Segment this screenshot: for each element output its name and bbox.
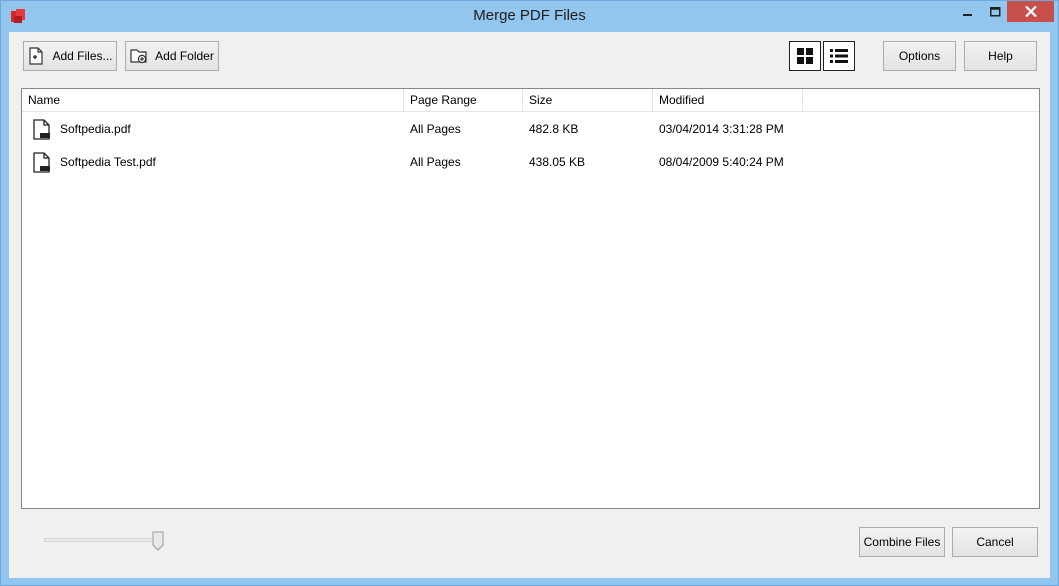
page-range[interactable]: All Pages bbox=[410, 113, 461, 146]
window-title: Merge PDF Files bbox=[473, 7, 586, 24]
list-view-button[interactable] bbox=[823, 41, 855, 71]
column-header-page-range[interactable]: Page Range bbox=[404, 89, 523, 112]
slider-track bbox=[44, 538, 159, 542]
modified-date: 03/04/2014 3:31:28 PM bbox=[659, 122, 784, 136]
file-list[interactable]: Name Page Range Size Modified Softpedia.… bbox=[21, 88, 1040, 509]
client-area: Add Files... Add Folder Options Help Nam… bbox=[9, 32, 1050, 578]
file-size: 482.8 KB bbox=[529, 122, 579, 136]
maximize-button[interactable] bbox=[982, 1, 1009, 22]
cancel-label: Cancel bbox=[976, 535, 1014, 549]
add-file-icon bbox=[29, 47, 44, 65]
table-row[interactable]: Softpedia.pdf All Pages 482.8 KB 03/04/2… bbox=[22, 113, 1039, 146]
grid-view-button[interactable] bbox=[789, 41, 821, 71]
help-label: Help bbox=[988, 49, 1013, 63]
add-files-label: Add Files... bbox=[52, 49, 113, 63]
app-window: Merge PDF Files Add Files... Add Folder … bbox=[0, 0, 1059, 586]
add-folder-icon bbox=[130, 49, 147, 64]
modified-date: 08/04/2009 5:40:24 PM bbox=[659, 155, 784, 169]
cancel-button[interactable]: Cancel bbox=[952, 527, 1038, 557]
add-files-button[interactable]: Add Files... bbox=[23, 41, 117, 71]
options-label: Options bbox=[898, 49, 941, 63]
grid-view-icon bbox=[797, 48, 813, 64]
maximize-icon bbox=[990, 6, 1001, 16]
minimize-icon bbox=[962, 13, 972, 16]
options-button[interactable]: Options bbox=[883, 41, 956, 71]
column-header-row: Name Page Range Size Modified bbox=[22, 89, 1039, 112]
add-folder-button[interactable]: Add Folder bbox=[125, 41, 219, 71]
file-name: Softpedia.pdf bbox=[60, 122, 131, 136]
table-row[interactable]: Softpedia Test.pdf All Pages 438.05 KB 0… bbox=[22, 146, 1039, 179]
list-view-icon bbox=[830, 49, 848, 63]
combine-files-label: Combine Files bbox=[863, 535, 941, 549]
pdf-file-icon bbox=[33, 119, 50, 140]
close-icon bbox=[1024, 6, 1037, 17]
minimize-button[interactable] bbox=[954, 1, 981, 22]
file-name: Softpedia Test.pdf bbox=[60, 155, 156, 169]
pdf-file-icon bbox=[33, 152, 50, 173]
title-bar[interactable]: Merge PDF Files bbox=[1, 1, 1058, 32]
column-header-modified[interactable]: Modified bbox=[653, 89, 803, 112]
help-button[interactable]: Help bbox=[964, 41, 1037, 71]
slider-thumb[interactable] bbox=[152, 531, 164, 551]
column-header-size[interactable]: Size bbox=[523, 89, 653, 112]
combine-files-button[interactable]: Combine Files bbox=[859, 527, 945, 557]
page-range[interactable]: All Pages bbox=[410, 146, 461, 179]
column-header-name[interactable]: Name bbox=[22, 89, 404, 112]
add-folder-label: Add Folder bbox=[155, 49, 214, 63]
zoom-slider[interactable] bbox=[44, 531, 164, 551]
close-button[interactable] bbox=[1007, 1, 1054, 22]
file-size: 438.05 KB bbox=[529, 155, 586, 169]
